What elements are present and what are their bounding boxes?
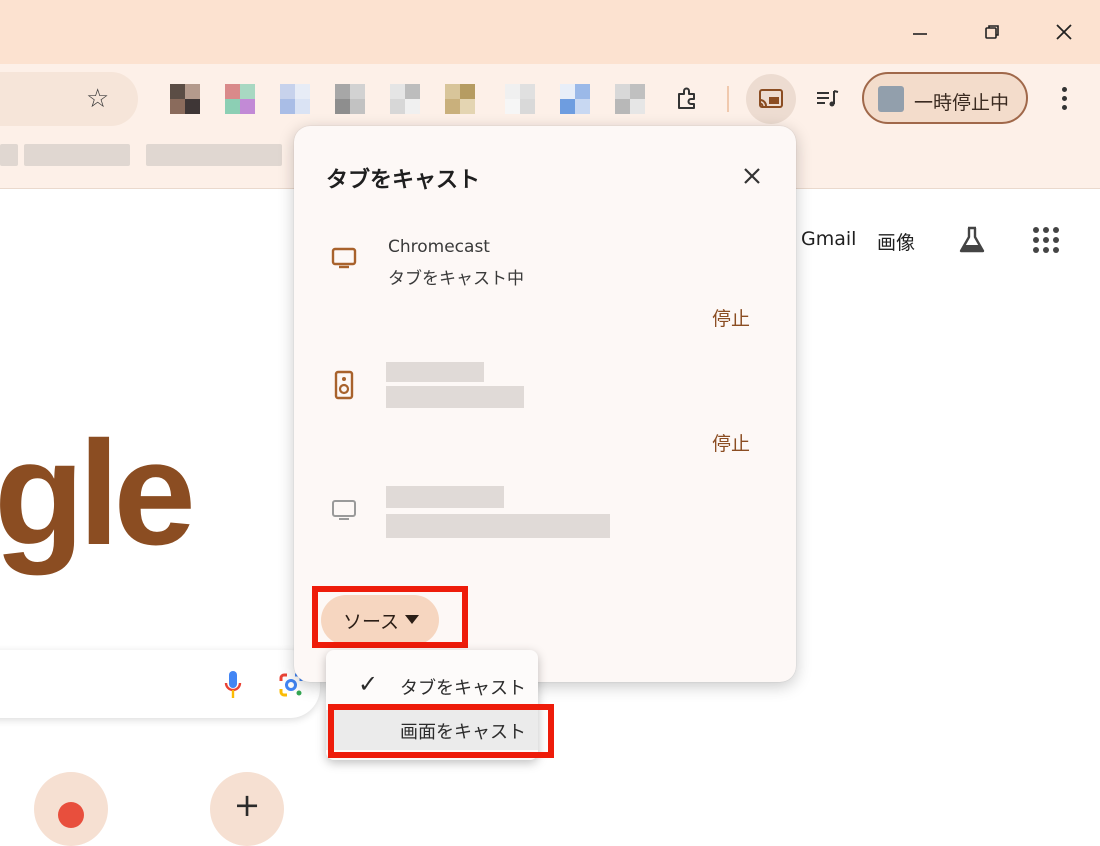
highlight-box (312, 586, 468, 648)
puzzle-icon[interactable] (672, 84, 702, 114)
address-bar[interactable] (0, 72, 138, 126)
speaker-icon (330, 370, 358, 404)
stop-button[interactable]: 停止 (712, 304, 750, 331)
profile-paused-button[interactable]: 一時停止中 (862, 72, 1028, 124)
toolbar-divider (727, 86, 729, 112)
google-logo: gle (0, 411, 196, 576)
close-icon[interactable] (1044, 12, 1084, 52)
extension-icon[interactable] (615, 84, 645, 114)
extension-icon[interactable] (505, 84, 535, 114)
tv-icon (330, 244, 358, 276)
extension-icon[interactable] (335, 84, 365, 114)
gmail-link[interactable]: Gmail (801, 228, 856, 250)
shortcut-tile[interactable] (34, 772, 108, 846)
add-shortcut-button[interactable]: + (210, 772, 284, 846)
cast-icon (758, 87, 784, 111)
more-vert-icon[interactable] (1052, 84, 1078, 114)
device-status: タブをキャスト中 (388, 269, 524, 289)
extension-icon[interactable] (560, 84, 590, 114)
bookmark-item[interactable] (146, 144, 282, 166)
apps-grid-icon[interactable] (1030, 224, 1062, 256)
bookmark-item[interactable] (0, 144, 18, 166)
extension-icon[interactable] (170, 84, 200, 114)
menu-item-cast-tab[interactable]: ✓ タブをキャスト (326, 666, 538, 706)
stop-button[interactable]: 停止 (712, 429, 750, 456)
avatar (878, 86, 904, 112)
extension-icon[interactable] (445, 84, 475, 114)
cast-dialog-title: タブをキャスト (326, 168, 481, 193)
flask-icon[interactable] (954, 222, 990, 258)
extension-icon[interactable] (280, 84, 310, 114)
device-name[interactable] (386, 486, 504, 508)
site-favicon (58, 802, 84, 828)
device-name[interactable]: Chromecast (388, 237, 490, 257)
search-input[interactable] (0, 650, 320, 718)
check-icon: ✓ (358, 670, 379, 698)
media-playlist-icon[interactable] (812, 84, 842, 114)
device-status (386, 514, 610, 538)
tv-icon (330, 496, 358, 528)
extension-icon[interactable] (390, 84, 420, 114)
add-icon: + (233, 786, 261, 824)
images-link[interactable]: 画像 (877, 228, 915, 255)
close-icon[interactable] (738, 162, 766, 190)
cast-button[interactable] (746, 74, 796, 124)
mic-icon[interactable] (220, 668, 246, 702)
restore-icon[interactable] (972, 12, 1012, 52)
star-icon[interactable]: ☆ (86, 86, 109, 112)
device-name[interactable] (386, 362, 484, 382)
minimize-icon[interactable] (900, 12, 940, 52)
extension-icon[interactable] (225, 84, 255, 114)
highlight-box (328, 704, 554, 758)
device-status (386, 386, 524, 408)
menu-item-label: タブをキャスト (400, 678, 526, 699)
profile-status-label: 一時停止中 (914, 92, 1010, 114)
bookmark-item[interactable] (24, 144, 130, 166)
